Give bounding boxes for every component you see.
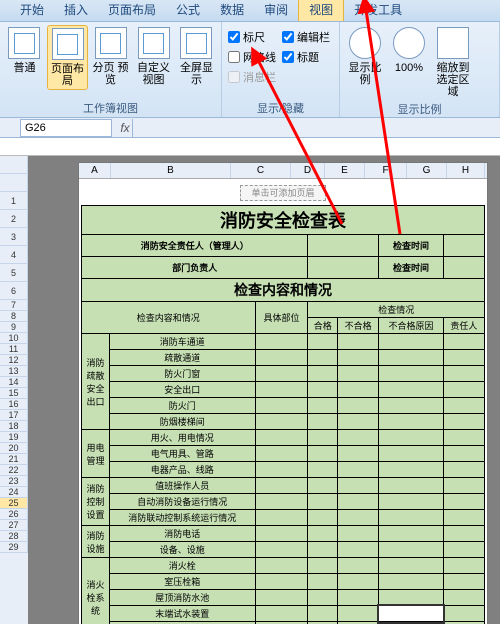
row-headers[interactable]: 1 2 3 4 5 6 789 101112 131415 161718 192… xyxy=(0,156,28,624)
fx-icon[interactable]: fx xyxy=(118,121,132,135)
btn-custom-views[interactable]: 自定义 视图 xyxy=(133,25,174,88)
horizontal-ruler xyxy=(0,138,500,156)
formula-bar-row: fx xyxy=(0,118,500,138)
group-show-hide: 标尺 网格线 消息栏 编辑栏 标题 显示/隐藏 xyxy=(222,22,340,117)
sheet-canvas[interactable]: A B C D E F G H 单击可添加页眉 消防安全检查表 消防安全责任人（… xyxy=(28,156,500,624)
tab-data[interactable]: 数据 xyxy=(210,0,254,21)
table-title: 消防安全检查表 xyxy=(82,206,485,235)
group-zoom: 显示比例 100% 缩放到 选定区域 显示比例 xyxy=(340,22,500,117)
tab-view[interactable]: 视图 xyxy=(298,0,344,21)
tab-dev[interactable]: 开发工具 xyxy=(344,0,412,21)
tab-insert[interactable]: 插入 xyxy=(54,0,98,21)
chk-msgbar[interactable]: 消息栏 xyxy=(228,69,276,85)
chk-formula-bar[interactable]: 编辑栏 xyxy=(282,29,330,45)
btn-100[interactable]: 100% xyxy=(388,25,430,76)
btn-fullscreen[interactable]: 全屏显示 xyxy=(176,25,217,88)
green-table: 消防安全检查表 消防安全责任人（管理人）检查时间 部门负责人检查时间 检查内容和… xyxy=(81,205,485,624)
tab-review[interactable]: 审阅 xyxy=(254,0,298,21)
btn-normal[interactable]: 普通 xyxy=(4,25,45,76)
name-box[interactable] xyxy=(20,119,112,137)
tab-home[interactable]: 开始 xyxy=(10,0,54,21)
group-label-show: 显示/隐藏 xyxy=(226,99,335,117)
add-header-button[interactable]: 单击可添加页眉 xyxy=(240,185,326,201)
chk-gridlines[interactable]: 网格线 xyxy=(228,49,276,65)
btn-zoom-selection[interactable]: 缩放到 选定区域 xyxy=(432,25,474,100)
chk-headings[interactable]: 标题 xyxy=(282,49,330,65)
group-label-views: 工作簿视图 xyxy=(4,99,217,117)
btn-zoom[interactable]: 显示比例 xyxy=(344,25,386,88)
group-label-zoom: 显示比例 xyxy=(344,100,495,118)
btn-page-break[interactable]: 分页 预览 xyxy=(90,25,131,88)
group-workbook-views: 普通 页面布局 分页 预览 自定义 视图 全屏显示 工作簿视图 xyxy=(0,22,222,117)
column-headers[interactable]: A B C D E F G H xyxy=(79,163,487,179)
tab-formula[interactable]: 公式 xyxy=(166,0,210,21)
formula-bar[interactable] xyxy=(132,119,500,137)
tab-layout[interactable]: 页面布局 xyxy=(98,0,166,21)
page-preview: A B C D E F G H 单击可添加页眉 消防安全检查表 消防安全责任人（… xyxy=(78,162,488,624)
chk-ruler[interactable]: 标尺 xyxy=(228,29,276,45)
worksheet-area: 1 2 3 4 5 6 789 101112 131415 161718 192… xyxy=(0,156,500,624)
ribbon: 普通 页面布局 分页 预览 自定义 视图 全屏显示 工作簿视图 标尺 网格线 消… xyxy=(0,22,500,118)
ribbon-tabs: 开始 插入 页面布局 公式 数据 审阅 视图 开发工具 xyxy=(0,0,500,22)
btn-page-layout[interactable]: 页面布局 xyxy=(47,25,88,90)
